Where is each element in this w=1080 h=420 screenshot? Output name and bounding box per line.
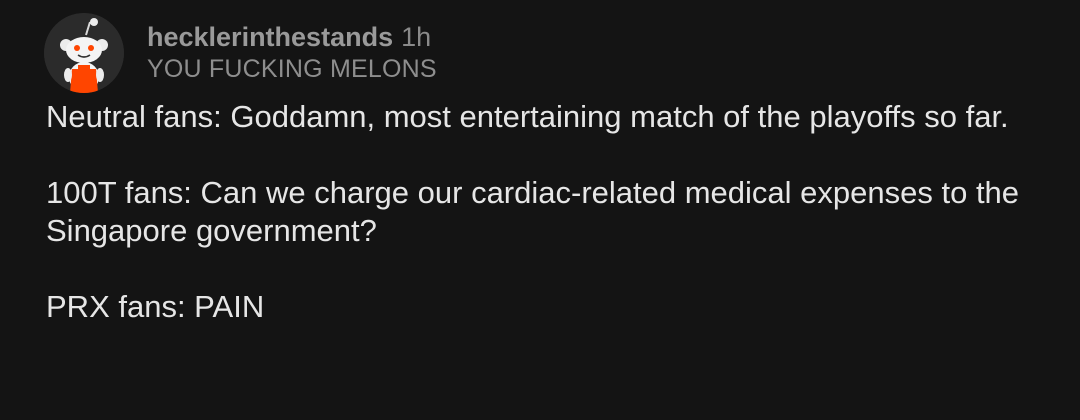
- comment-paragraph-neutral: Neutral fans: Goddamn, most entertaining…: [46, 99, 1009, 134]
- comment-header: hecklerinthestands 1h: [147, 20, 437, 54]
- comment-meta: hecklerinthestands 1h YOU FUCKING MELONS: [147, 20, 437, 84]
- comment-body: Neutral fans: Goddamn, most entertaining…: [46, 98, 1046, 326]
- comment-paragraph-100t: 100T fans: Can we charge our cardiac-rel…: [46, 175, 1020, 248]
- comment-paragraph-prx: PRX fans: PAIN: [46, 289, 265, 324]
- snoo-avatar-graphic: [44, 13, 124, 93]
- snoo-avatar-icon[interactable]: [44, 13, 124, 93]
- comment: hecklerinthestands 1h YOU FUCKING MELONS …: [0, 0, 1080, 420]
- author-username[interactable]: hecklerinthestands: [147, 22, 393, 52]
- user-flair: YOU FUCKING MELONS: [147, 55, 437, 83]
- comment-timestamp: 1h: [401, 22, 432, 52]
